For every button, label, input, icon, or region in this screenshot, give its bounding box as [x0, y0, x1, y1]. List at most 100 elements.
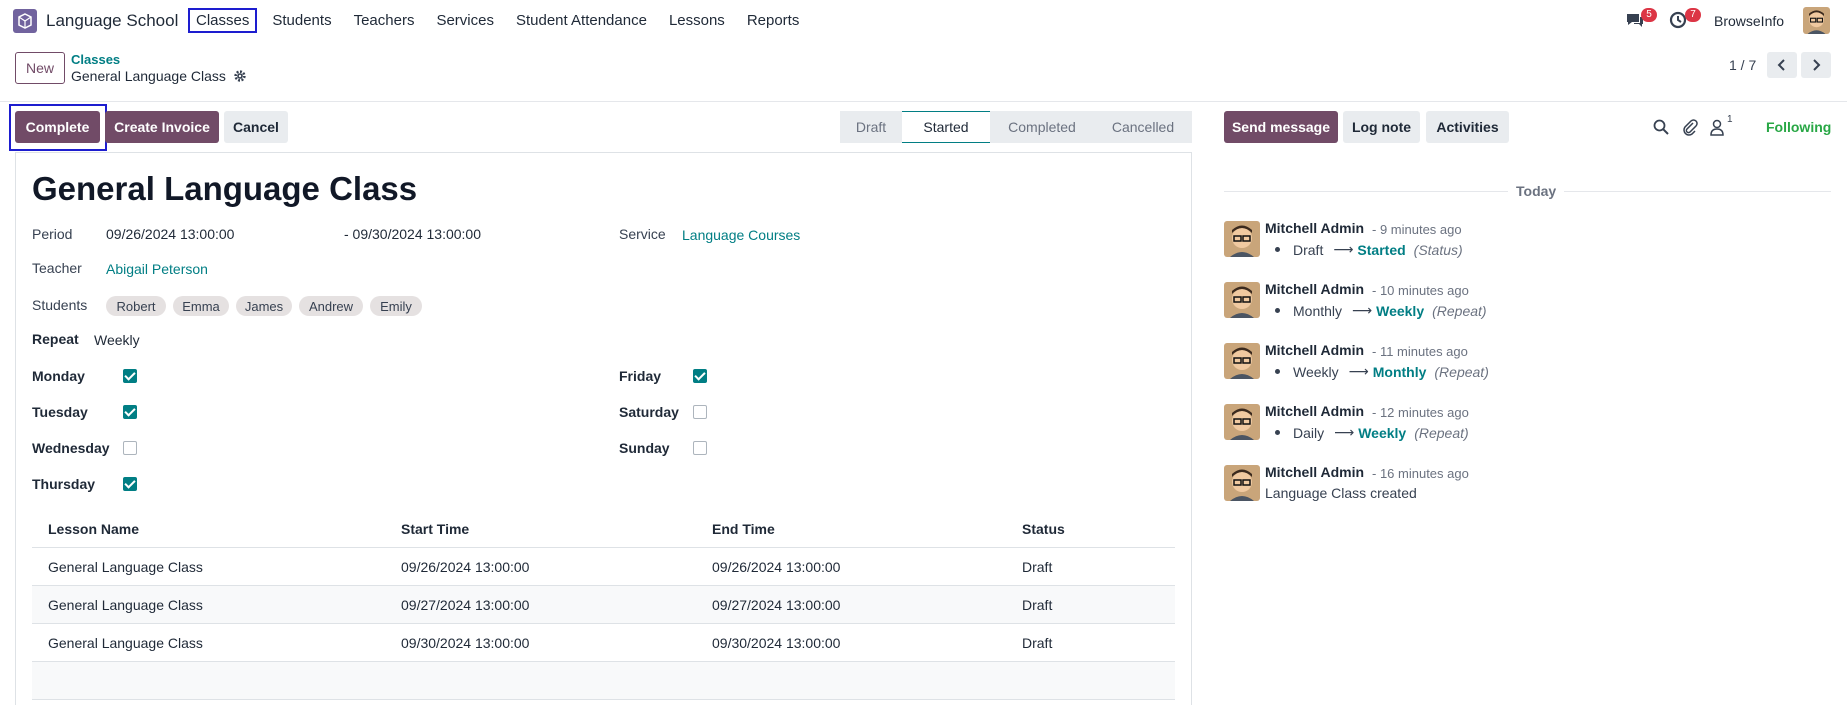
- avatar[interactable]: [1224, 465, 1260, 501]
- menu-item-reports[interactable]: Reports: [741, 9, 806, 32]
- wednesday-checkbox[interactable]: [123, 441, 137, 455]
- menu-item-lessons[interactable]: Lessons: [663, 9, 731, 32]
- followers-count: 1: [1727, 114, 1733, 125]
- app-name[interactable]: Language School: [46, 11, 178, 31]
- thursday-checkbox[interactable]: [123, 477, 137, 491]
- messages-button[interactable]: 5: [1625, 8, 1657, 31]
- wednesday-label: Wednesday: [32, 440, 110, 456]
- activities-chatter-button[interactable]: Activities: [1426, 111, 1509, 143]
- arrow-right-icon: ⟶: [1333, 241, 1354, 257]
- send-message-button[interactable]: Send message: [1224, 111, 1338, 143]
- table-row[interactable]: General Language Class 09/27/2024 13:00:…: [32, 586, 1175, 624]
- pager-next-button[interactable]: [1801, 52, 1831, 78]
- table-row-empty: [32, 662, 1175, 700]
- message-author[interactable]: Mitchell Admin: [1265, 464, 1364, 480]
- repeat-field[interactable]: Weekly: [94, 332, 140, 348]
- stage-completed[interactable]: Completed: [990, 111, 1094, 143]
- followers-button[interactable]: 1: [1709, 114, 1739, 138]
- avatar[interactable]: [1224, 221, 1260, 257]
- activities-button[interactable]: 7: [1669, 8, 1701, 31]
- period-end-field[interactable]: - 09/30/2024 13:00:00: [344, 226, 481, 242]
- new-button[interactable]: New: [15, 52, 65, 84]
- stage-started[interactable]: Started: [902, 111, 990, 143]
- pager-value[interactable]: 1 / 7: [1729, 57, 1756, 73]
- arrow-right-icon: ⟶: [1334, 424, 1355, 440]
- tracking-old-value: Daily: [1293, 424, 1325, 441]
- message-time: - 9 minutes ago: [1372, 222, 1462, 237]
- column-header-lesson-name[interactable]: Lesson Name: [48, 521, 139, 537]
- column-header-start-time[interactable]: Start Time: [401, 521, 469, 537]
- friday-checkbox[interactable]: [693, 369, 707, 383]
- sunday-checkbox[interactable]: [693, 441, 707, 455]
- message-author[interactable]: Mitchell Admin: [1265, 403, 1364, 419]
- avatar[interactable]: [1224, 404, 1260, 440]
- tracking-old-value: Draft: [1293, 241, 1324, 258]
- menu-item-teachers[interactable]: Teachers: [348, 9, 421, 32]
- following-button[interactable]: Following: [1766, 119, 1831, 135]
- student-tag[interactable]: Andrew: [299, 296, 363, 316]
- table-row[interactable]: General Language Class 09/26/2024 13:00:…: [32, 548, 1175, 586]
- main-menu: Classes Students Teachers Services Stude…: [187, 8, 815, 33]
- student-tag[interactable]: James: [236, 296, 292, 316]
- avatar[interactable]: [1224, 343, 1260, 379]
- log-note-button[interactable]: Log note: [1343, 111, 1420, 143]
- tuesday-checkbox[interactable]: [123, 405, 137, 419]
- column-header-status[interactable]: Status: [1022, 521, 1065, 537]
- avatar[interactable]: [1224, 282, 1260, 318]
- teacher-link[interactable]: Abigail Peterson: [106, 261, 208, 277]
- menu-item-services[interactable]: Services: [430, 9, 500, 32]
- message-author[interactable]: Mitchell Admin: [1265, 281, 1364, 297]
- bullet: [1275, 308, 1280, 313]
- repeat-label: Repeat: [32, 331, 79, 347]
- breadcrumb-current-label: General Language Class: [71, 68, 226, 84]
- create-invoice-button[interactable]: Create Invoice: [105, 111, 219, 143]
- student-tag[interactable]: Robert: [106, 296, 166, 316]
- column-header-end-time[interactable]: End Time: [712, 521, 775, 537]
- company-switcher[interactable]: BrowseInfo: [1714, 13, 1784, 29]
- menu-item-students[interactable]: Students: [266, 9, 337, 32]
- cell-end-time: 09/30/2024 13:00:00: [712, 635, 841, 651]
- menu-item-student-attendance[interactable]: Student Attendance: [510, 9, 653, 32]
- tracking-new-value: Monthly: [1372, 363, 1427, 380]
- message-author[interactable]: Mitchell Admin: [1265, 220, 1364, 236]
- cancel-button[interactable]: Cancel: [224, 111, 288, 143]
- activities-badge: 7: [1685, 8, 1701, 22]
- message-time: - 12 minutes ago: [1372, 405, 1469, 420]
- message-tracking: Monthly ⟶ Weekly (Repeat): [1275, 302, 1487, 319]
- bullet: [1275, 430, 1280, 435]
- lessons-table-header: Lesson Name Start Time End Time Status: [32, 510, 1175, 548]
- tracking-old-value: Weekly: [1293, 363, 1339, 380]
- message-author[interactable]: Mitchell Admin: [1265, 342, 1364, 358]
- service-label: Service: [619, 226, 666, 242]
- bullet: [1275, 369, 1280, 374]
- app-logo-icon[interactable]: [13, 9, 37, 33]
- breadcrumb-parent[interactable]: Classes: [71, 52, 120, 67]
- tracking-field-name: (Repeat): [1434, 363, 1489, 380]
- tracking-field-name: (Repeat): [1432, 302, 1487, 319]
- student-tag[interactable]: Emily: [370, 296, 422, 316]
- saturday-checkbox[interactable]: [693, 405, 707, 419]
- table-row[interactable]: General Language Class 09/30/2024 13:00:…: [32, 624, 1175, 662]
- cell-start-time: 09/27/2024 13:00:00: [401, 597, 530, 613]
- arrow-right-icon: ⟶: [1348, 363, 1369, 379]
- message-tracking: Weekly ⟶ Monthly (Repeat): [1275, 363, 1489, 380]
- cell-lesson-name: General Language Class: [48, 559, 203, 575]
- service-link[interactable]: Language Courses: [682, 227, 800, 243]
- saturday-label: Saturday: [619, 404, 679, 420]
- top-navbar: Language School Classes Students Teacher…: [0, 0, 1847, 41]
- pager-previous-button[interactable]: [1767, 52, 1797, 78]
- monday-checkbox[interactable]: [123, 369, 137, 383]
- gear-icon[interactable]: [233, 69, 247, 83]
- message-time: - 16 minutes ago: [1372, 466, 1469, 481]
- stage-cancelled[interactable]: Cancelled: [1094, 111, 1192, 143]
- paperclip-icon[interactable]: [1681, 118, 1699, 136]
- user-avatar[interactable]: [1803, 7, 1830, 34]
- period-start-field[interactable]: 09/26/2024 13:00:00: [106, 226, 234, 242]
- tracking-field-name: (Repeat): [1414, 424, 1469, 441]
- student-tag[interactable]: Emma: [173, 296, 229, 316]
- complete-button[interactable]: Complete: [15, 111, 100, 143]
- record-title[interactable]: General Language Class: [32, 170, 417, 208]
- menu-item-classes[interactable]: Classes: [187, 8, 258, 33]
- search-icon[interactable]: [1652, 118, 1670, 136]
- stage-draft[interactable]: Draft: [840, 111, 902, 143]
